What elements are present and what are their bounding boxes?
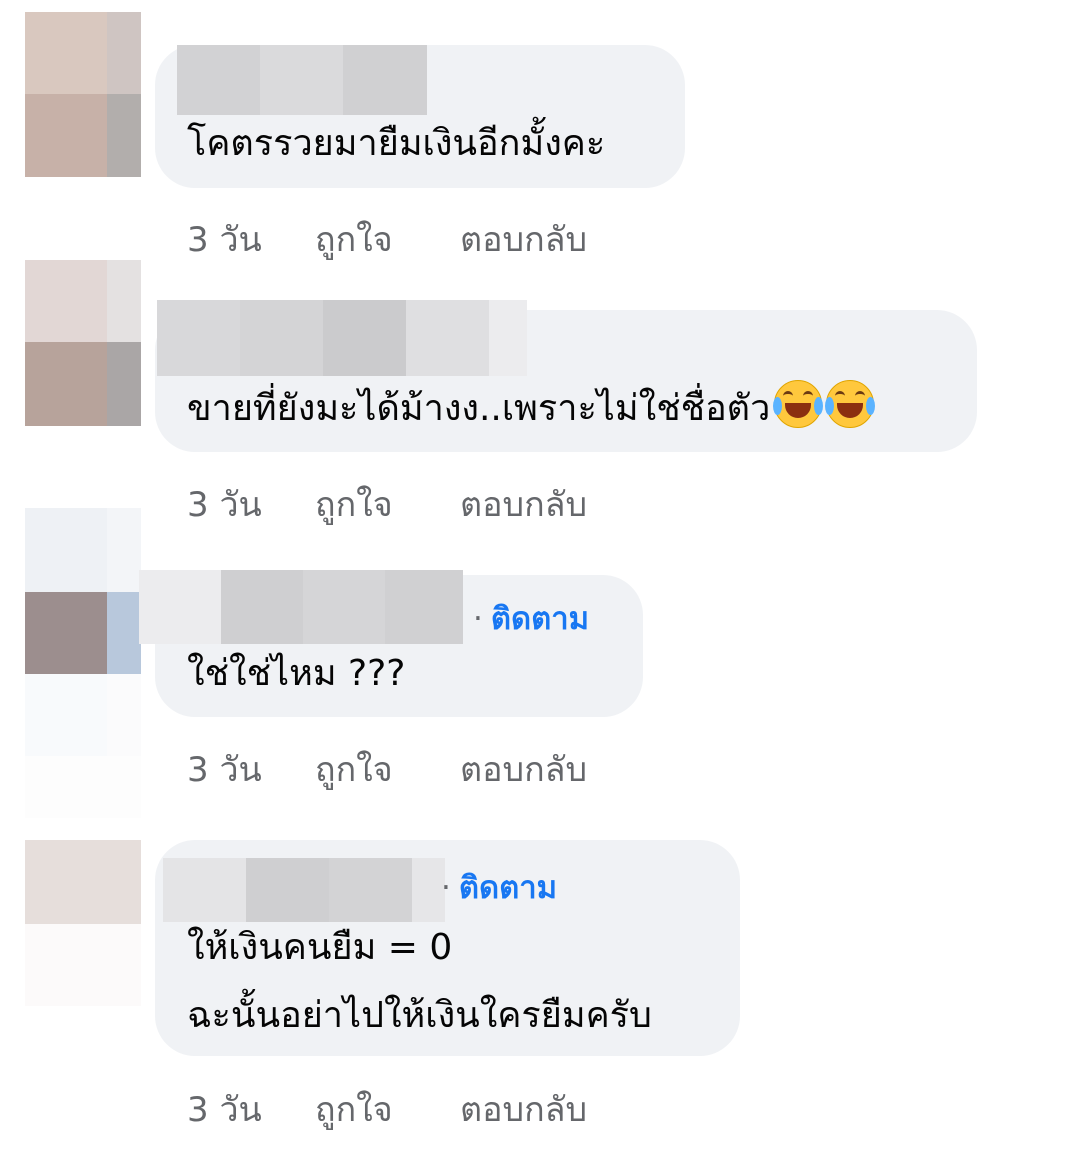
comment-text-line-2: ฉะนั้นอย่าไปให้เงินใครยืมครับ (187, 995, 652, 1036)
author-name-blurred[interactable] (163, 858, 445, 922)
author-name-blurred[interactable] (157, 300, 527, 376)
comment-text-content: ขายที่ยังมะได้ม้างง..เพราะไม่ใช่ชื่อตัว (187, 388, 771, 429)
laughing-emoji-icon (773, 380, 824, 428)
timestamp[interactable]: 3 วัน (187, 477, 262, 531)
follow-link[interactable]: · ติดตาม (441, 862, 557, 912)
comment-text: ใช่ใช่ไหม ??? (187, 653, 406, 694)
comment-1: โคตรรวยมายืมเงินอีกมั้งคะ 3 วัน ถูกใจ ตอ… (0, 0, 1080, 265)
avatar[interactable] (25, 508, 141, 818)
follow-label[interactable]: ติดตาม (459, 870, 557, 906)
timestamp[interactable]: 3 วัน (187, 1082, 262, 1136)
author-name-blurred[interactable] (139, 570, 463, 644)
follow-label[interactable]: ติดตาม (491, 601, 589, 637)
like-button[interactable]: ถูกใจ (315, 477, 393, 531)
avatar[interactable] (25, 840, 141, 1006)
like-button[interactable]: ถูกใจ (315, 212, 393, 266)
comment-text: โคตรรวยมายืมเงินอีกมั้งคะ (187, 123, 606, 164)
like-button[interactable]: ถูกใจ (315, 742, 393, 796)
reply-button[interactable]: ตอบกลับ (460, 1082, 587, 1136)
comment-text-line-1: ให้เงินคนยืม = 0 (187, 927, 453, 968)
comment-bubble: โคตรรวยมายืมเงินอีกมั้งคะ (155, 45, 685, 188)
timestamp[interactable]: 3 วัน (187, 742, 262, 796)
follow-link[interactable]: · ติดตาม (473, 593, 589, 643)
comment-bubble: · ติดตาม ใช่ใช่ไหม ??? (139, 570, 643, 717)
comment-bubble: ขายที่ยังมะได้ม้างง..เพราะไม่ใช่ชื่อตัว (155, 300, 977, 452)
laughing-emoji-icon (825, 380, 876, 428)
comment-text: ขายที่ยังมะได้ม้างง..เพราะไม่ใช่ชื่อตัว (187, 375, 876, 443)
reply-button[interactable]: ตอบกลับ (460, 477, 587, 531)
comment-2: ขายที่ยังมะได้ม้างง..เพราะไม่ใช่ชื่อตัว … (0, 260, 1080, 531)
author-name-blurred[interactable] (177, 45, 427, 115)
timestamp[interactable]: 3 วัน (187, 212, 262, 266)
comment-4: · ติดตาม ให้เงินคนยืม = 0 ฉะนั้นอย่าไปให้… (0, 840, 1080, 1158)
comment-3: · ติดตาม ใช่ใช่ไหม ??? 3 วัน ถูกใจ ตอบกลั… (0, 508, 1080, 840)
reply-button[interactable]: ตอบกลับ (460, 742, 587, 796)
avatar[interactable] (25, 12, 141, 177)
reply-button[interactable]: ตอบกลับ (460, 212, 587, 266)
comment-bubble: · ติดตาม ให้เงินคนยืม = 0 ฉะนั้นอย่าไปให้… (155, 840, 740, 1056)
avatar[interactable] (25, 260, 141, 426)
like-button[interactable]: ถูกใจ (315, 1082, 393, 1136)
